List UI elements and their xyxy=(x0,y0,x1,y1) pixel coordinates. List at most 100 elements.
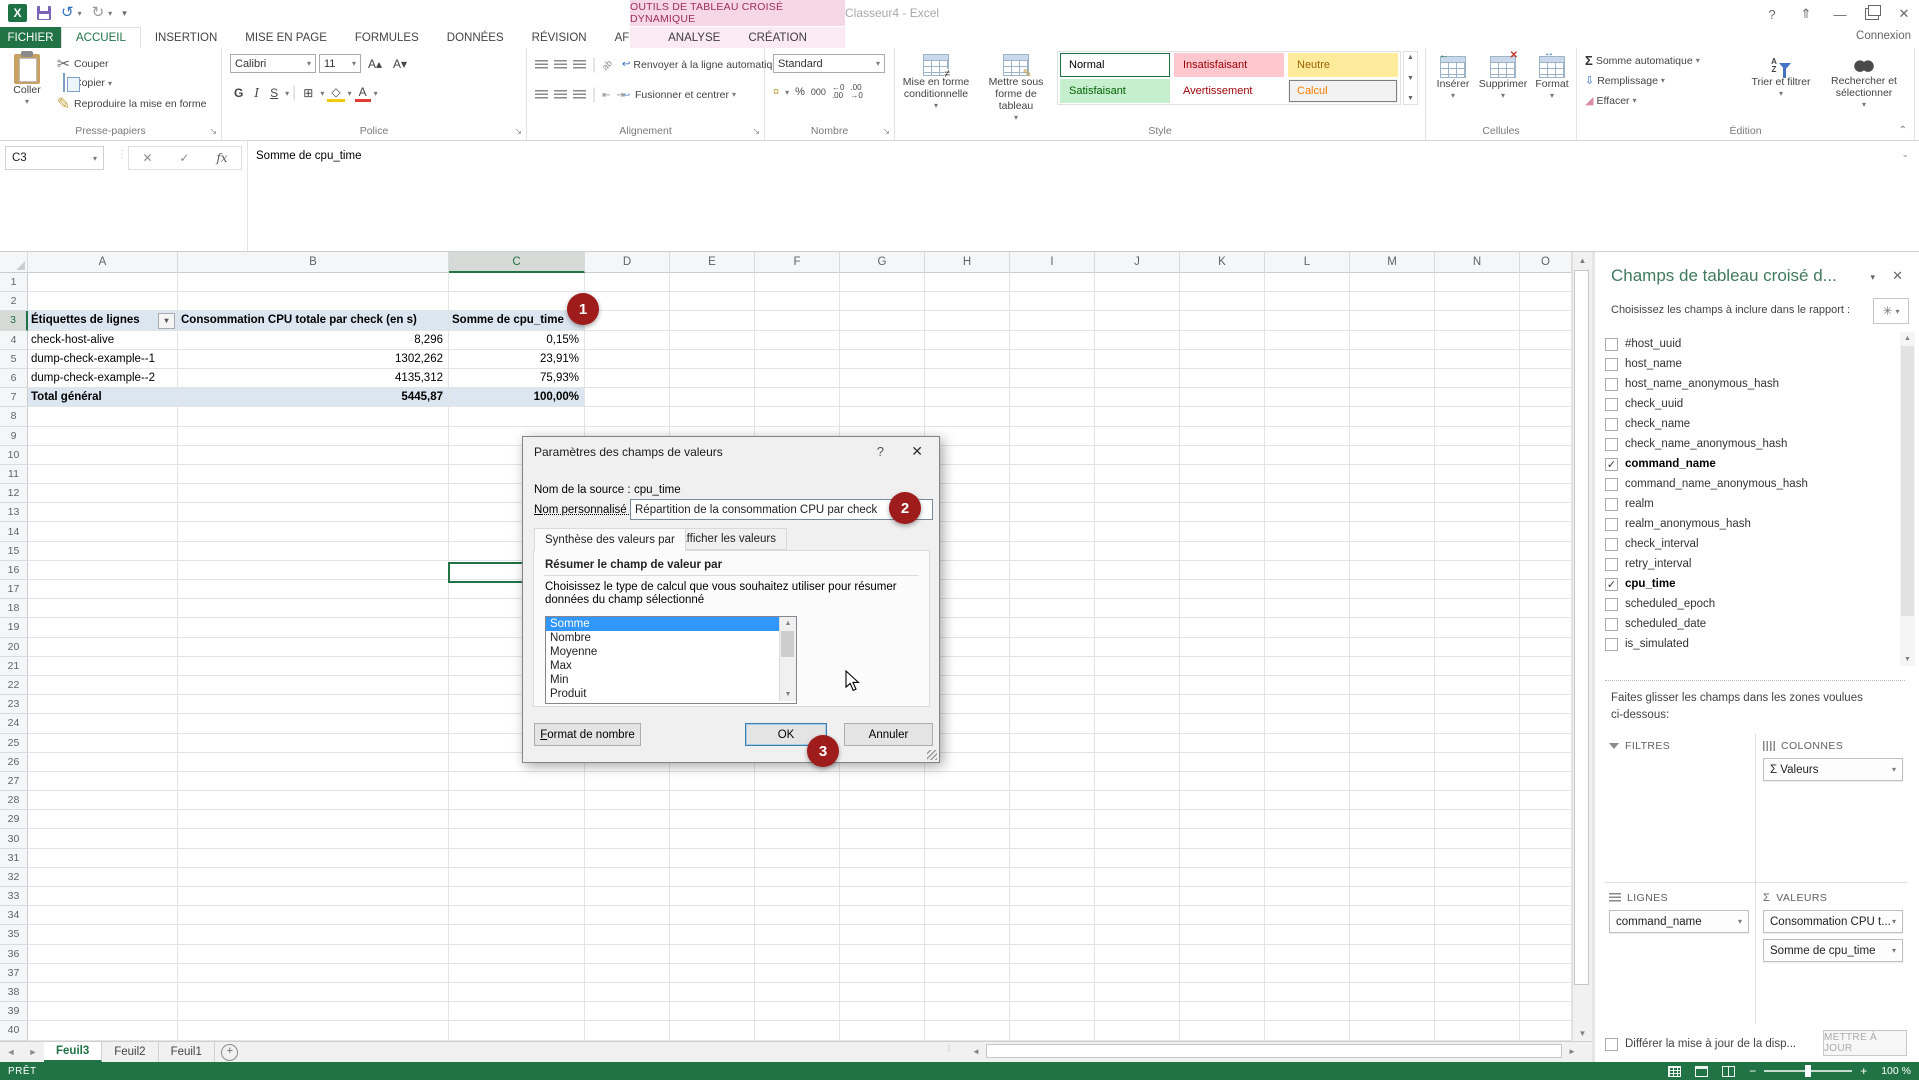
minimize-icon[interactable]: — xyxy=(1831,7,1849,22)
cell[interactable] xyxy=(178,427,449,446)
cell[interactable] xyxy=(178,906,449,925)
cell[interactable] xyxy=(1520,868,1572,887)
field-checkbox[interactable] xyxy=(1605,358,1618,371)
cell[interactable] xyxy=(28,446,178,465)
cell[interactable] xyxy=(1180,906,1265,925)
cell[interactable] xyxy=(1265,503,1350,522)
cell[interactable] xyxy=(670,964,755,983)
cell[interactable] xyxy=(449,791,585,810)
cell[interactable] xyxy=(925,369,1010,388)
cell[interactable] xyxy=(1435,369,1520,388)
tab-donn-es[interactable]: DONNÉES xyxy=(433,27,518,48)
cell-A7[interactable]: Total général xyxy=(28,388,178,407)
column-header-O[interactable]: O xyxy=(1520,252,1572,273)
cell-C6[interactable]: 75,93% xyxy=(449,369,585,388)
cell[interactable] xyxy=(840,350,925,369)
cell[interactable] xyxy=(1435,714,1520,733)
tab-formules[interactable]: FORMULES xyxy=(341,27,433,48)
cell[interactable] xyxy=(178,676,449,695)
delete-cells-button[interactable]: Supprimer▾ xyxy=(1478,52,1528,102)
field-cpu-time[interactable]: cpu_time xyxy=(1605,574,1893,594)
cell[interactable] xyxy=(1265,945,1350,964)
cell[interactable] xyxy=(755,849,840,868)
cell[interactable] xyxy=(1435,331,1520,350)
cell[interactable] xyxy=(1180,292,1265,311)
cell[interactable] xyxy=(670,331,755,350)
field-host-name[interactable]: host_name xyxy=(1605,354,1893,374)
cell[interactable] xyxy=(1520,465,1572,484)
cell[interactable] xyxy=(1265,829,1350,848)
cell[interactable] xyxy=(585,829,670,848)
cell[interactable] xyxy=(1010,964,1095,983)
cell[interactable] xyxy=(1520,1021,1572,1040)
cell[interactable] xyxy=(1265,772,1350,791)
cell[interactable] xyxy=(1095,829,1180,848)
cell[interactable] xyxy=(1435,925,1520,944)
cell[interactable] xyxy=(28,829,178,848)
tab-mise-en-page[interactable]: MISE EN PAGE xyxy=(231,27,341,48)
field-checkbox[interactable] xyxy=(1605,338,1618,351)
field-checkbox[interactable] xyxy=(1605,538,1618,551)
cell[interactable] xyxy=(1350,388,1435,407)
align-middle-icon[interactable] xyxy=(554,60,567,70)
cell[interactable] xyxy=(178,407,449,426)
cell[interactable] xyxy=(449,273,585,292)
field-checkbox[interactable] xyxy=(1605,618,1618,631)
cell[interactable] xyxy=(1520,292,1572,311)
cell[interactable] xyxy=(1435,273,1520,292)
zoom-out-icon[interactable]: − xyxy=(1749,1064,1756,1078)
cell[interactable] xyxy=(178,829,449,848)
qat-customize-icon[interactable]: ▾ xyxy=(122,8,127,19)
format-painter-button[interactable]: Reproduire la mise en forme xyxy=(74,96,206,113)
cell[interactable] xyxy=(755,407,840,426)
cell[interactable] xyxy=(1010,350,1095,369)
cell[interactable] xyxy=(178,753,449,772)
cell[interactable] xyxy=(755,350,840,369)
cell[interactable] xyxy=(840,906,925,925)
cell[interactable] xyxy=(1095,791,1180,810)
cell[interactable] xyxy=(178,580,449,599)
calc-option-somme[interactable]: Somme xyxy=(546,617,796,631)
cell[interactable] xyxy=(1520,829,1572,848)
cell[interactable] xyxy=(1350,676,1435,695)
cell[interactable] xyxy=(1265,273,1350,292)
pane-close-icon[interactable]: ✕ xyxy=(1892,268,1903,284)
cell[interactable] xyxy=(449,983,585,1002)
cell[interactable] xyxy=(670,887,755,906)
borders-icon[interactable]: ⊞ xyxy=(299,86,317,100)
cell[interactable] xyxy=(925,388,1010,407)
cell[interactable] xyxy=(925,1002,1010,1021)
cell[interactable] xyxy=(1350,292,1435,311)
cell[interactable] xyxy=(178,791,449,810)
cell[interactable] xyxy=(178,810,449,829)
cell[interactable] xyxy=(1520,676,1572,695)
cell[interactable] xyxy=(1180,829,1265,848)
underline-button[interactable]: S xyxy=(266,86,282,100)
cell[interactable] xyxy=(449,964,585,983)
cell[interactable] xyxy=(1095,503,1180,522)
cell-style-normal[interactable]: Normal xyxy=(1060,53,1170,77)
row-header-29[interactable]: 29 xyxy=(0,810,28,829)
cell[interactable] xyxy=(1265,734,1350,753)
calc-option-moyenne[interactable]: Moyenne xyxy=(546,645,796,659)
cell[interactable] xyxy=(1265,407,1350,426)
cell[interactable] xyxy=(1265,714,1350,733)
row-header-40[interactable]: 40 xyxy=(0,1021,28,1040)
cell[interactable] xyxy=(1010,388,1095,407)
cell[interactable] xyxy=(178,695,449,714)
save-icon[interactable] xyxy=(37,6,51,20)
row-header-14[interactable]: 14 xyxy=(0,522,28,541)
cell[interactable] xyxy=(1520,542,1572,561)
cell[interactable] xyxy=(585,945,670,964)
cell-style-insatisfaisant[interactable]: Insatisfaisant xyxy=(1174,53,1284,77)
cell[interactable] xyxy=(1265,849,1350,868)
cell[interactable] xyxy=(925,849,1010,868)
cell[interactable] xyxy=(1265,791,1350,810)
cell[interactable] xyxy=(28,292,178,311)
field-checkbox[interactable] xyxy=(1605,578,1618,591)
cell[interactable] xyxy=(1265,580,1350,599)
cell[interactable] xyxy=(670,350,755,369)
cell[interactable] xyxy=(178,522,449,541)
cell[interactable] xyxy=(1180,695,1265,714)
cell[interactable] xyxy=(28,427,178,446)
